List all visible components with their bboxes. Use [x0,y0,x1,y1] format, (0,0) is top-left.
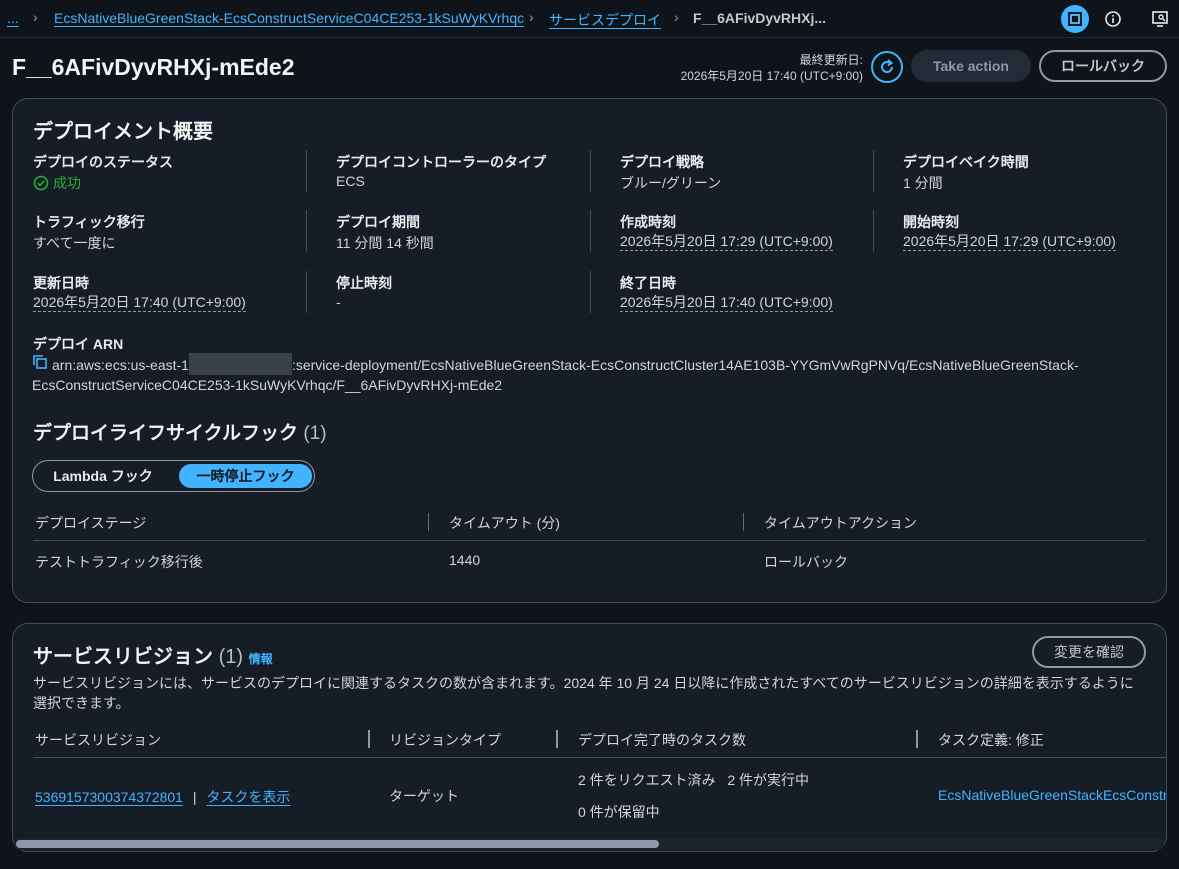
started-value[interactable]: 2026年5月20日 17:29 (UTC+9:00) [903,233,1116,251]
divider [590,210,591,252]
ended-value[interactable]: 2026年5月20日 17:40 (UTC+9:00) [620,294,833,312]
divider [306,271,307,313]
strategy-label: デプロイ戦略 [620,154,704,170]
created-label: 作成時刻 [620,214,676,230]
strategy-value: ブルー/グリーン [620,175,722,191]
traffic-value: すべて一度に [33,235,116,251]
breadcrumb-bar: ... › EcsNativeBlueGreenStack-EcsConstru… [0,0,1179,38]
traffic-label: トラフィック移行 [33,214,145,230]
segment-lambda-hook[interactable]: Lambda フック [37,464,169,488]
hook-stage-cell: テストトラフィック移行後 [35,554,203,570]
success-icon [33,175,49,191]
ended-label: 終了日時 [620,275,676,291]
chevron-right-icon: › [529,9,534,25]
hook-timeout-cell: 1440 [449,552,481,568]
arn-label: デプロイ ARN [33,336,124,352]
chevron-right-icon: › [33,9,38,25]
column-resizer[interactable] [368,730,370,748]
divider [590,150,591,192]
duration-label: デプロイ期間 [336,214,420,230]
chevron-right-icon: › [674,9,679,25]
hooks-count: (1) [303,423,327,444]
bake-time-label: デプロイベイク時間 [903,154,1029,170]
table-header-divider [33,540,1145,541]
status-text: 成功 [53,175,81,191]
scrollbar-thumb[interactable] [16,840,659,848]
arn-prefix: arn:aws:ecs:us-east-1 [52,357,189,373]
copy-icon[interactable] [32,354,48,375]
task-definition-link[interactable]: EcsNativeBlueGreenStackEcsConstru [938,787,1166,803]
last-updated-value: 2026年5月20日 17:40 (UTC+9:00) [680,69,863,83]
divider [306,150,307,192]
refresh-icon [881,59,894,73]
updated-value[interactable]: 2026年5月20日 17:40 (UTC+9:00) [33,294,246,312]
column-resizer[interactable] [916,730,918,748]
column-divider [428,513,429,531]
last-updated-label: 最終更新日: [799,53,863,67]
segment-pause-hook[interactable]: 一時停止フック [179,464,312,488]
breadcrumb-ellipsis[interactable]: ... [7,10,19,26]
overview-heading: デプロイメント概要 [33,121,213,143]
info-icon[interactable] [1099,5,1127,33]
tasks-requested-running: 2 件をリクエスト済み 2 件が実行中 [578,772,810,788]
table-row: 5369157300374372801 | タスクを表示 [35,787,290,807]
hooks-title: デプロイライフサイクルフック [33,423,299,444]
controller-value: ECS [336,173,365,189]
controller-label: デプロイコントローラーのタイプ [336,154,546,170]
col-timeout: タイムアウト (分) [449,515,560,531]
breadcrumb-deployments[interactable]: サービスデプロイ [549,10,661,30]
view-tasks-link[interactable]: タスクを表示 [206,789,290,805]
created-value[interactable]: 2026年5月20日 17:29 (UTC+9:00) [620,233,833,251]
revision-type-cell: ターゲット [389,788,459,804]
hooks-heading: デプロイライフサイクルフック (1) [33,418,327,445]
feedback-icon[interactable] [1146,5,1174,33]
revisions-description: サービスリビジョンには、サービスのデプロイに関連するタスクの数が含まれます。20… [33,675,1134,711]
stopped-label: 停止時刻 [336,275,392,291]
divider [873,150,874,192]
tasks-pending: 0 件が保留中 [578,804,660,820]
started-label: 開始時刻 [903,214,959,230]
page-title: F__6AFivDyvRHXj-mEde2 [12,54,295,80]
revisions-count: (1) [218,646,244,668]
col-task-definition: タスク定義: 修正 [938,732,1044,748]
panel-toggle-icon[interactable] [1061,5,1089,33]
arn-value: arn:aws:ecs:us-east-1:service-deployment… [32,353,1132,395]
col-timeout-action: タイムアウトアクション [764,515,918,531]
divider [306,210,307,252]
hook-type-segmented-control: Lambda フック 一時停止フック [32,460,315,492]
duration-value: 11 分間 14 秒間 [336,235,434,251]
revisions-heading: サービスリビジョン (1) 情報 [33,640,273,669]
hook-action-cell: ロールバック [764,554,848,570]
rollback-button[interactable]: ロールバック [1039,50,1167,82]
redacted-account-id [188,353,292,376]
bake-time-value: 1 分間 [903,175,943,191]
updated-label: 更新日時 [33,275,89,291]
status-label: デプロイのステータス [33,154,173,170]
col-service-revision: サービスリビジョン [35,732,161,748]
status-value: 成功 [33,173,81,193]
info-link[interactable]: 情報 [249,652,273,666]
divider [873,210,874,252]
column-divider [743,513,744,531]
row-separator: | [192,789,197,805]
table-header-divider [33,757,1166,758]
refresh-button[interactable] [871,51,903,83]
divider [590,271,591,313]
breadcrumb-current: F__6AFivDyvRHXj... [693,10,827,26]
stopped-value: - [336,294,341,310]
revisions-title: サービスリビジョン [33,646,213,668]
col-deploy-stage: デプロイステージ [35,515,147,531]
breadcrumb-service[interactable]: EcsNativeBlueGreenStack-EcsConstructServ… [54,10,524,26]
col-task-count: デプロイ完了時のタスク数 [578,732,746,748]
column-resizer[interactable] [556,730,558,748]
col-revision-type: リビジョンタイプ [389,732,501,748]
take-action-button[interactable]: Take action [911,50,1031,82]
revision-id-link[interactable]: 5369157300374372801 [35,789,183,805]
review-changes-button[interactable]: 変更を確認 [1032,636,1146,668]
